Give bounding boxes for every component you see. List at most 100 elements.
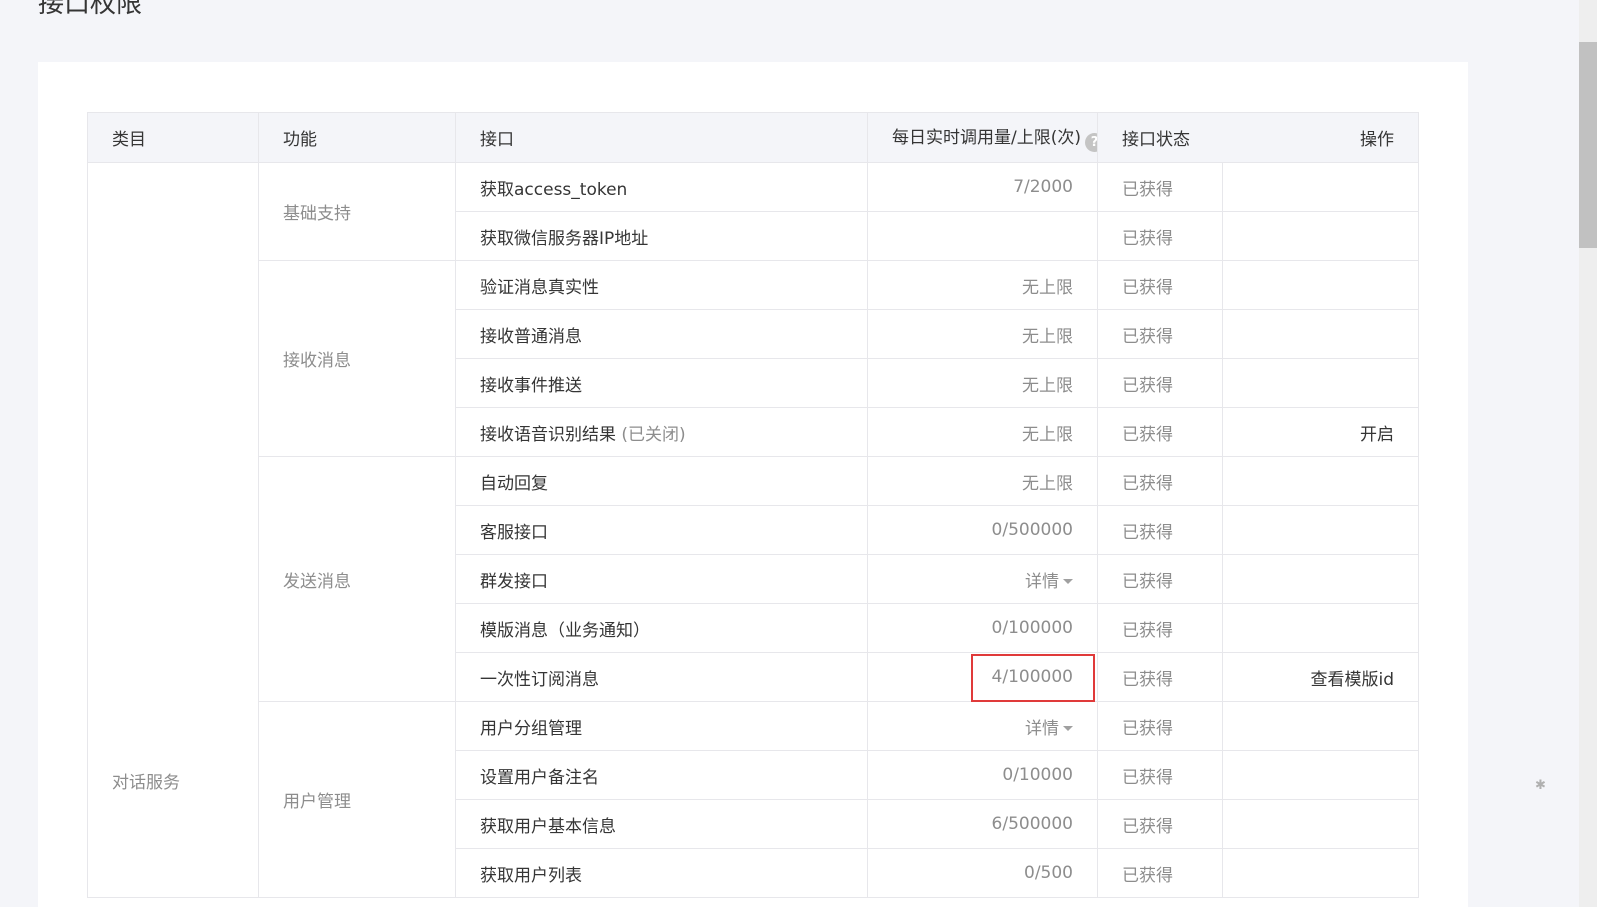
header-operation: 操作 <box>1222 112 1419 163</box>
status-cell: 已获得 <box>1097 260 1223 310</box>
quota-cell: 详情 <box>867 701 1098 751</box>
api-cell: 模版消息（业务通知） <box>455 603 868 653</box>
api-link[interactable]: 接收事件推送 <box>480 376 582 396</box>
quota-cell: 4/100000 <box>867 652 1098 702</box>
operation-cell <box>1222 505 1419 555</box>
details-dropdown[interactable]: 详情 <box>1025 572 1073 592</box>
page-scrollbar[interactable] <box>1567 0 1597 907</box>
api-link[interactable]: 获取用户列表 <box>480 866 582 886</box>
operation-cell <box>1222 848 1419 898</box>
quota-cell: 无上限 <box>867 407 1098 457</box>
header-quota: 每日实时调用量/上限(次)? <box>867 112 1098 163</box>
api-link[interactable]: 自动回复 <box>480 474 548 494</box>
status-cell: 已获得 <box>1097 505 1223 555</box>
status-cell: 已获得 <box>1097 603 1223 653</box>
operation-cell: 开启 <box>1222 407 1419 457</box>
api-link[interactable]: 接收语音识别结果 <box>480 425 616 445</box>
operation-cell <box>1222 162 1419 212</box>
quota-cell: 无上限 <box>867 309 1098 359</box>
status-cell: 已获得 <box>1097 652 1223 702</box>
api-link[interactable]: 获取access_token <box>480 180 627 200</box>
table-header-row: 类目 功能 接口 每日实时调用量/上限(次)? 接口状态 操作 <box>87 112 1419 163</box>
question-circle-icon[interactable]: ? <box>1085 133 1097 152</box>
function-cell: 基础支持 <box>258 162 456 261</box>
api-link[interactable]: 模版消息（业务通知） <box>480 621 650 641</box>
status-cell: 已获得 <box>1097 358 1223 408</box>
view-template-id-link[interactable]: 查看模版id <box>1310 670 1394 690</box>
header-api: 接口 <box>455 112 868 163</box>
api-cell: 接收语音识别结果 (已关闭) <box>455 407 868 457</box>
operation-cell <box>1222 358 1419 408</box>
enable-link[interactable]: 开启 <box>1360 425 1394 445</box>
api-link[interactable]: 接收普通消息 <box>480 327 582 347</box>
status-cell: 已获得 <box>1097 407 1223 457</box>
scrollbar-thumb[interactable] <box>1579 42 1597 248</box>
header-function: 功能 <box>258 112 456 163</box>
api-link[interactable]: 设置用户备注名 <box>480 768 599 788</box>
table-row: 对话服务 基础支持 获取access_token 7/2000 已获得 <box>87 162 1419 898</box>
caret-down-icon <box>1063 578 1073 584</box>
api-cell: 一次性订阅消息 <box>455 652 868 702</box>
table-row: 用户管理 用户分组管理 详情 已获得 <box>88 701 1419 898</box>
status-cell: 已获得 <box>1097 750 1223 800</box>
api-cell: 自动回复 <box>455 456 868 506</box>
operation-cell <box>1222 260 1419 310</box>
api-link[interactable]: 一次性订阅消息 <box>480 670 599 690</box>
api-cell: 接收事件推送 <box>455 358 868 408</box>
function-cell: 用户管理 <box>258 701 456 898</box>
details-label: 详情 <box>1025 571 1059 592</box>
pin-icon[interactable]: ✱ <box>1535 778 1546 793</box>
api-cell: 接收普通消息 <box>455 309 868 359</box>
api-link[interactable]: 验证消息真实性 <box>480 278 599 298</box>
operation-cell <box>1222 554 1419 604</box>
page-title: 接口权限 <box>38 0 143 19</box>
api-link[interactable]: 获取用户基本信息 <box>480 817 616 837</box>
api-cell: 获取access_token <box>455 162 868 212</box>
api-link[interactable]: 用户分组管理 <box>480 719 582 739</box>
status-cell: 已获得 <box>1097 799 1223 849</box>
operation-cell <box>1222 211 1419 261</box>
status-cell: 已获得 <box>1097 162 1223 212</box>
status-cell: 已获得 <box>1097 309 1223 359</box>
quota-cell: 0/10000 <box>867 750 1098 800</box>
status-cell: 已获得 <box>1097 554 1223 604</box>
category-cell: 对话服务 <box>87 162 259 898</box>
quota-cell: 0/100000 <box>867 603 1098 653</box>
quota-cell: 0/500 <box>867 848 1098 898</box>
quota-cell: 7/2000 <box>867 162 1098 212</box>
quota-cell: 无上限 <box>867 358 1098 408</box>
details-dropdown[interactable]: 详情 <box>1025 719 1073 739</box>
operation-cell <box>1222 799 1419 849</box>
quota-cell: 6/500000 <box>867 799 1098 849</box>
api-link[interactable]: 获取微信服务器IP地址 <box>480 229 648 249</box>
api-cell: 客服接口 <box>455 505 868 555</box>
operation-cell <box>1222 309 1419 359</box>
operation-cell <box>1222 603 1419 653</box>
operation-cell <box>1222 750 1419 800</box>
quota-cell: 0/500000 <box>867 505 1098 555</box>
api-cell: 用户分组管理 <box>455 701 868 751</box>
header-quota-label: 每日实时调用量/上限(次) <box>892 128 1081 148</box>
details-label: 详情 <box>1025 718 1059 739</box>
quota-cell <box>867 211 1098 261</box>
quota-cell: 无上限 <box>867 260 1098 310</box>
function-cell: 接收消息 <box>258 260 456 457</box>
status-cell: 已获得 <box>1097 211 1223 261</box>
quota-cell: 无上限 <box>867 456 1098 506</box>
function-cell: 发送消息 <box>258 456 456 702</box>
api-cell: 群发接口 <box>455 554 868 604</box>
status-cell: 已获得 <box>1097 848 1223 898</box>
quota-cell: 详情 <box>867 554 1098 604</box>
table-row: 接收消息 验证消息真实性 无上限 已获得 <box>88 260 1419 457</box>
api-link[interactable]: 群发接口 <box>480 572 548 592</box>
api-cell: 验证消息真实性 <box>455 260 868 310</box>
api-cell: 获取微信服务器IP地址 <box>455 211 868 261</box>
status-cell: 已获得 <box>1097 456 1223 506</box>
operation-cell <box>1222 456 1419 506</box>
operation-cell: 查看模版id <box>1222 652 1419 702</box>
api-status-note: (已关闭) <box>621 424 686 445</box>
api-link[interactable]: 客服接口 <box>480 523 548 543</box>
api-cell: 获取用户基本信息 <box>455 799 868 849</box>
header-category: 类目 <box>87 112 259 163</box>
table-row: 发送消息 自动回复 无上限 已获得 <box>88 456 1419 702</box>
